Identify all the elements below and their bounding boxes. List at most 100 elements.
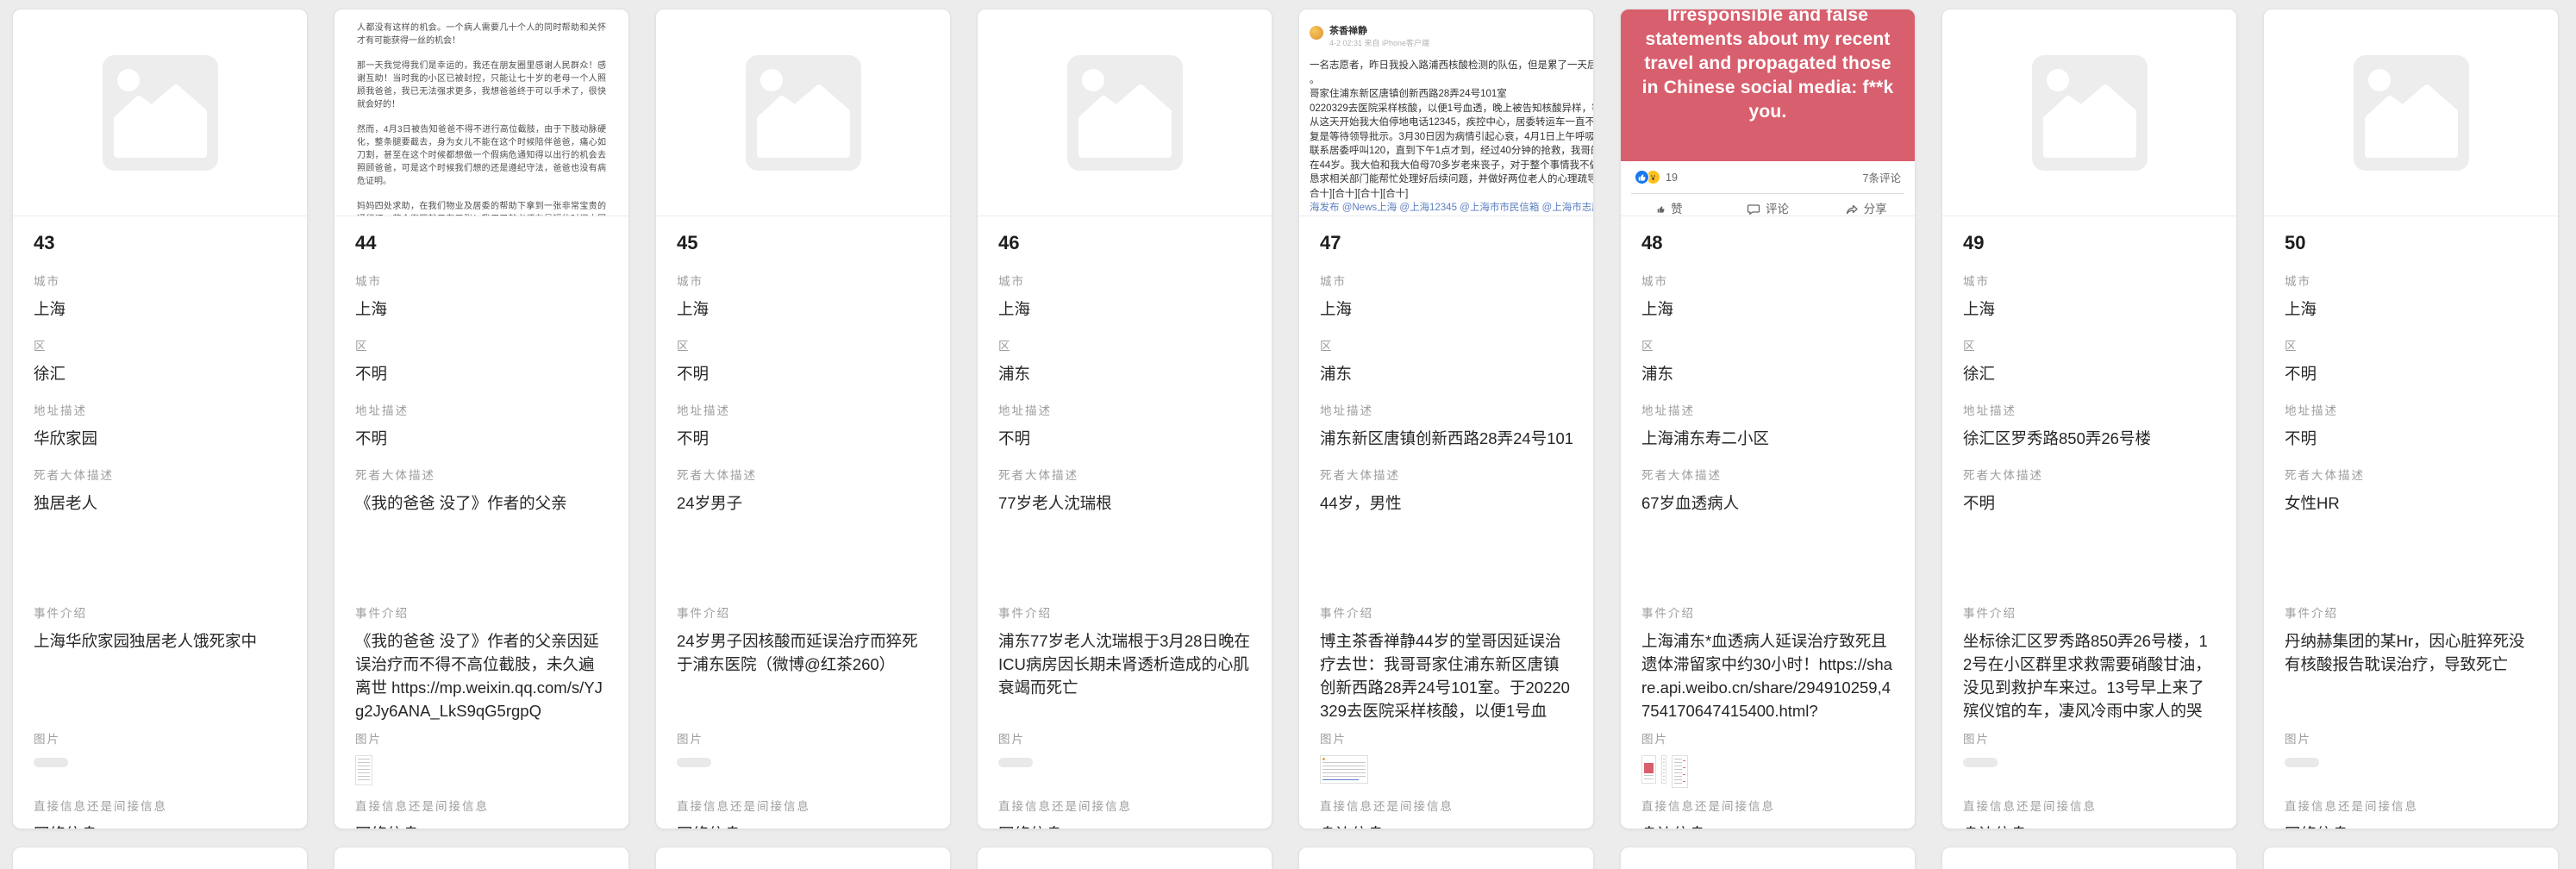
field-value-city: 上海 [34,297,286,321]
field-label-deceased: 死者大体描述 [1320,467,1572,485]
card-fields: 46 城市 上海 区 浦东 地址描述 不明 死者大体描述 77岁老人沈瑞根 事件… [978,216,1272,829]
thumb-up-icon [1657,205,1666,214]
gallery-board: 43 城市 上海 区 徐汇 地址描述 华欣家园 死者大体描述 独居老人 事件介绍… [0,0,2576,869]
record-card-next-row[interactable] [1941,847,2237,869]
facebook-status-background: Irresponsible and false statements about… [1621,9,1915,161]
field-direct: 直接信息还是间接信息 身边信息 [1963,798,2216,829]
field-city: 城市 上海 [2285,273,2537,321]
field-value-direct: 身边信息 [1963,822,2216,829]
weibo-username: 茶香禅静 [1329,25,1593,37]
field-value-deceased: 不明 [1963,491,2216,588]
comment-icon [1747,203,1760,216]
card-number: 43 [34,230,286,256]
image-thumbnail-row[interactable] [677,755,929,786]
record-card-next-row[interactable] [655,847,951,869]
photo-placeholder-icon [746,55,861,171]
card-row-next-peek [0,847,2576,869]
record-card-next-row[interactable] [2263,847,2559,869]
field-value-event: 上海华欣家园独居老人饿死家中 [34,629,286,722]
record-card-next-row[interactable] [334,847,629,869]
record-card[interactable]: 45 城市 上海 区 不明 地址描述 不明 死者大体描述 24岁男子 事件介绍 … [655,9,951,829]
weibo-timestamp: 4-2 02:31 来自 iPhone客户端 [1329,38,1593,48]
field-value-city: 上海 [998,297,1251,321]
field-label-deceased: 死者大体描述 [34,467,286,485]
field-image: 图片 [998,731,1251,786]
field-label-district: 区 [677,338,929,355]
image-thumbnail-row[interactable] [34,755,286,786]
thumbnail-text-lines [358,759,370,782]
field-deceased: 死者大体描述 24岁男子 [677,467,929,588]
field-deceased: 死者大体描述 独居老人 [34,467,286,588]
field-address: 地址描述 浦东新区唐镇创新西路28弄24号101室 [1320,403,1572,450]
field-address: 地址描述 不明 [355,403,608,450]
weibo-text-line: 0220329去医院采样核酸，以便1号血透，晚上被告知核酸异样，等待转移 [1310,102,1593,116]
card-cover-image [978,9,1272,216]
field-label-deceased: 死者大体描述 [1963,467,2216,485]
field-label-event: 事件介绍 [998,605,1251,622]
field-value-direct: 网络信息 [677,822,929,829]
field-district: 区 徐汇 [34,338,286,385]
card-cover-image [2264,9,2558,216]
field-district: 区 浦东 [998,338,1251,385]
field-label-image: 图片 [677,731,929,748]
field-event: 事件介绍 博主茶香禅静44岁的堂哥因延误治疗去世：我哥哥家住浦东新区唐镇创新西路… [1320,605,1572,722]
field-direct: 直接信息还是间接信息 网络信息 [2285,798,2537,829]
record-card[interactable]: 50 城市 上海 区 不明 地址描述 不明 死者大体描述 女性HR 事件介绍 丹… [2263,9,2559,829]
field-value-address: 不明 [2285,427,2537,450]
image-thumbnail-row[interactable] [1641,755,1894,786]
thumbnail-text-lines [1674,759,1685,785]
image-thumbnail-row[interactable] [1963,755,2216,786]
record-card-next-row[interactable] [1298,847,1594,869]
record-card-next-row[interactable] [1620,847,1916,869]
thumbnail-link-line [1322,779,1359,780]
card-number: 50 [2285,230,2537,256]
field-label-deceased: 死者大体描述 [1641,467,1894,485]
wow-face-icon [1649,173,1657,181]
record-card[interactable]: 46 城市 上海 区 浦东 地址描述 不明 死者大体描述 77岁老人沈瑞根 事件… [977,9,1272,829]
facebook-status-text: Irresponsible and false statements about… [1641,9,1894,124]
field-label-image: 图片 [34,731,286,748]
field-city: 城市 上海 [1320,273,1572,321]
card-cover-image [1942,9,2236,216]
image-thumbnail[interactable] [355,755,372,785]
image-thumbnail-row[interactable] [998,755,1251,786]
field-label-address: 地址描述 [1641,403,1894,420]
field-value-event: 《我的爸爸 没了》作者的父亲因延误治疗而不得不高位截肢，未久遍离世 https:… [355,629,608,722]
field-value-event: 上海浦东*血透病人延误治疗致死且遗体滞留家中约30小时！https://shar… [1641,629,1894,722]
record-card[interactable]: Irresponsible and false statements about… [1620,9,1916,829]
image-thumbnail[interactable] [1320,755,1368,784]
field-city: 城市 上海 [355,273,608,321]
image-thumbnail[interactable] [1661,755,1666,784]
image-thumbnail[interactable] [1672,755,1688,788]
field-value-deceased: 24岁男子 [677,491,929,588]
field-label-event: 事件介绍 [677,605,929,622]
like-button[interactable]: 赞 [1621,201,1719,216]
field-image: 图片 [1320,731,1572,786]
field-label-city: 城市 [1963,273,2216,291]
field-image: 图片 [34,731,286,786]
thumb-up-icon [1638,173,1647,182]
comment-button[interactable]: 评论 [1719,201,1817,216]
image-thumbnail-row[interactable] [1320,755,1572,786]
record-card[interactable]: 49 城市 上海 区 徐汇 地址描述 徐汇区罗秀路850弄26号楼 死者大体描述… [1941,9,2237,829]
image-thumbnail-row[interactable] [355,755,608,786]
field-label-city: 城市 [998,273,1251,291]
record-card[interactable]: 人都没有这样的机会。一个病人需要几十个人的同时帮助和关怀才有可能获得一丝的机会！… [334,9,629,829]
image-thumbnail[interactable] [1641,755,1656,784]
field-deceased: 死者大体描述 不明 [1963,467,2216,588]
article-paragraph: 妈妈四处求助，在我们物业及居委的帮助下拿到一张非常宝贵的通行证，整个街区就只有三… [357,200,606,216]
card-fields: 44 城市 上海 区 不明 地址描述 不明 死者大体描述 《我的爸爸 没了》作者… [335,216,628,829]
field-label-address: 地址描述 [998,403,1251,420]
field-image: 图片 [677,731,929,786]
record-card[interactable]: 43 城市 上海 区 徐汇 地址描述 华欣家园 死者大体描述 独居老人 事件介绍… [12,9,308,829]
card-number: 47 [1320,230,1572,256]
card-number: 44 [355,230,608,256]
record-card-next-row[interactable] [977,847,1272,869]
image-thumbnail-row[interactable] [2285,755,2537,786]
field-value-district: 不明 [355,362,608,385]
comment-count: 7条评论 [1863,169,1901,185]
share-button[interactable]: 分享 [1816,201,1915,216]
field-label-direct: 直接信息还是间接信息 [2285,798,2537,816]
record-card[interactable]: 茶香禅静4-2 02:31 来自 iPhone客户端一名志愿者，昨日我投入路浦西… [1298,9,1594,829]
record-card-next-row[interactable] [12,847,308,869]
